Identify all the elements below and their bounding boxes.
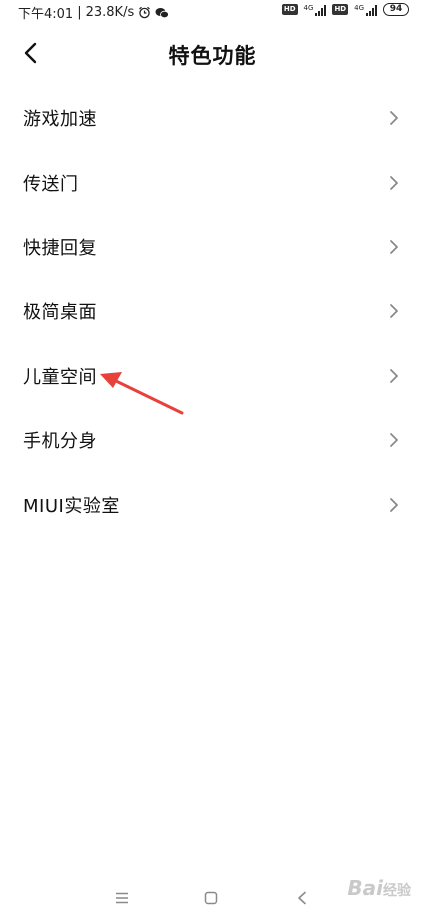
chevron-right-icon (390, 111, 398, 126)
menu-item-quick-reply[interactable]: 快捷回复 (0, 215, 425, 279)
feature-list: 游戏加速 传送门 快捷回复 极简桌面 儿童空间 手机分身 MIUI实验室 (0, 86, 425, 537)
menu-item-label: 儿童空间 (23, 366, 97, 388)
hd-badge-1: HD (281, 4, 298, 15)
chevron-right-icon (390, 368, 398, 383)
nav-back-button[interactable] (290, 886, 314, 910)
status-right: HD 4G HD 4G 94 (281, 3, 409, 16)
status-bar: 下午4:01 | 23.8K/s HD 4G HD 4G 94 (0, 0, 425, 22)
chevron-right-icon (390, 304, 398, 319)
watermark: Bai经验 (347, 876, 411, 900)
red-arrow-annotation (100, 372, 184, 415)
home-square-icon (204, 891, 218, 905)
chevron-right-icon (390, 240, 398, 254)
menu-item-miui-lab[interactable]: MIUI实验室 (0, 472, 425, 536)
status-time: 下午4:01 (18, 7, 74, 22)
menu-item-label: 游戏加速 (23, 109, 97, 131)
menu-item-kids-space[interactable]: 儿童空间 (0, 344, 425, 408)
network-type-1: 4G (303, 3, 314, 12)
status-left: 下午4:01 | 23.8K/s (18, 3, 170, 22)
menu-item-dual-apps[interactable]: 手机分身 (0, 408, 425, 472)
status-separator: | (77, 5, 82, 20)
menu-item-label: 极简桌面 (23, 302, 97, 324)
back-icon (298, 891, 306, 905)
menu-item-label: 传送门 (23, 173, 79, 195)
page-title: 特色功能 (168, 44, 257, 68)
signal-icon: 4G (304, 4, 327, 16)
chevron-right-icon (390, 433, 398, 448)
page-header: 特色功能 (0, 30, 425, 76)
menu-item-label: 手机分身 (23, 431, 97, 453)
menu-icon (116, 892, 128, 904)
network-type-2: 4G (354, 3, 364, 12)
watermark-brand: Bai (347, 876, 383, 900)
menu-item-minimal-desktop[interactable]: 极简桌面 (0, 279, 425, 343)
battery-icon: 94 (383, 3, 409, 16)
chevron-right-icon (390, 175, 398, 190)
alarm-icon (139, 6, 151, 19)
menu-item-portal[interactable]: 传送门 (0, 150, 425, 214)
nav-home-button[interactable] (199, 886, 223, 910)
wechat-icon (155, 7, 170, 18)
hd-badge-2: HD (332, 4, 349, 15)
nav-menu-button[interactable] (110, 886, 134, 910)
menu-item-label: 快捷回复 (23, 237, 97, 259)
signal-icon-2: 4G (354, 4, 377, 16)
menu-item-game-boost[interactable]: 游戏加速 (0, 86, 425, 150)
menu-item-label: MIUI实验室 (23, 495, 120, 517)
status-speed: 23.8K/s (85, 5, 135, 20)
chevron-right-icon (390, 497, 398, 512)
watermark-suffix: 经验 (383, 883, 411, 899)
